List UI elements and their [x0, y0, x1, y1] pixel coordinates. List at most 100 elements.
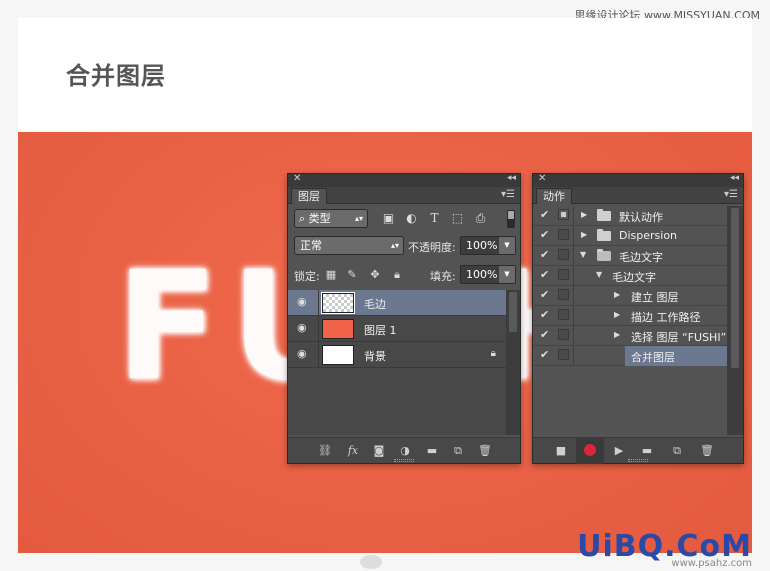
- check-icon[interactable]: ✔: [540, 289, 550, 301]
- filter-toggle[interactable]: [507, 210, 515, 228]
- action-name: 毛边文字: [612, 271, 656, 284]
- dialog-toggle[interactable]: [558, 229, 569, 240]
- fx-icon[interactable]: fx: [346, 444, 360, 457]
- layer-list: ◉ 毛边 ◉ 图层 1 ◉ 背景 🔒︎: [288, 290, 506, 435]
- dialog-toggle[interactable]: [558, 249, 569, 260]
- chevron-right-icon[interactable]: ▶: [614, 290, 620, 299]
- lock-icon: 🔒︎: [490, 348, 496, 359]
- eye-icon[interactable]: ◉: [297, 296, 311, 307]
- lock-transparent-icon[interactable]: ▦: [325, 269, 337, 281]
- lock-label: 锁定:: [294, 270, 320, 283]
- trash-icon[interactable]: 🗑︎: [700, 444, 714, 457]
- action-step-row[interactable]: ✔ ▶ 建立 图层: [533, 286, 727, 306]
- lock-pixels-icon[interactable]: ✎: [346, 269, 358, 281]
- panel-menu-icon[interactable]: ▾☰: [724, 189, 738, 200]
- add-mask-icon[interactable]: ◙: [372, 444, 386, 457]
- smartobject-filter-icon[interactable]: ⎙: [474, 212, 487, 225]
- chevron-right-icon[interactable]: ▶: [614, 310, 620, 319]
- chevron-right-icon[interactable]: ▶: [581, 230, 587, 239]
- check-icon[interactable]: ✔: [540, 229, 550, 241]
- collapse-icon[interactable]: ◂◂: [730, 173, 739, 183]
- image-filter-icon[interactable]: ▣: [382, 212, 395, 225]
- layer-row[interactable]: ◉ 毛边: [288, 290, 506, 316]
- trash-icon[interactable]: 🗑︎: [478, 444, 492, 457]
- chevron-right-icon[interactable]: ▶: [614, 330, 620, 339]
- filter-kind-select[interactable]: ⌕ 类型 ▴▾: [294, 209, 368, 228]
- action-row[interactable]: ✔ ▼ 毛边文字: [533, 266, 727, 286]
- check-icon[interactable]: ✔: [540, 309, 550, 321]
- lock-position-icon[interactable]: ✥: [369, 269, 381, 281]
- action-step-row[interactable]: ✔ 合并图层: [533, 346, 727, 366]
- action-name: 选择 图层 “FUSHI”: [631, 331, 727, 344]
- record-icon[interactable]: [584, 444, 596, 456]
- action-set-row[interactable]: ✔ ▼ 毛边文字: [533, 246, 727, 266]
- action-set-row[interactable]: ✔ ▶ Dispersion: [533, 226, 727, 246]
- play-icon[interactable]: ▶: [612, 444, 626, 457]
- dialog-toggle[interactable]: [558, 329, 569, 340]
- check-icon[interactable]: ✔: [540, 329, 550, 341]
- chevron-down-icon[interactable]: ▼: [499, 237, 515, 254]
- layer-thumbnail: [321, 292, 355, 314]
- action-name: 建立 图层: [631, 291, 679, 304]
- action-step-row[interactable]: ✔ ▶ 选择 图层 “FUSHI”: [533, 326, 727, 346]
- layer-name: 背景: [364, 350, 386, 363]
- fill-input[interactable]: 100% ▼: [460, 265, 516, 284]
- layer-row[interactable]: ◉ 图层 1: [288, 316, 506, 342]
- actions-list: ✔ ▶ 默认动作 ✔ ▶ Dispersion ✔ ▼ 毛边文字 ✔ ▼ 毛边文…: [533, 206, 727, 435]
- tab-actions[interactable]: 动作: [536, 188, 572, 204]
- chevron-down-icon[interactable]: ▼: [499, 266, 515, 283]
- actions-panel: ✕ ◂◂ 动作 ▾☰ ✔ ▶ 默认动作 ✔ ▶ Dispersion ✔ ▼ 毛…: [532, 173, 744, 464]
- layer-row[interactable]: ◉ 背景 🔒︎: [288, 342, 506, 368]
- resize-grip[interactable]: [394, 459, 414, 462]
- check-icon[interactable]: ✔: [540, 209, 550, 221]
- dialog-toggle[interactable]: [558, 289, 569, 300]
- opacity-input[interactable]: 100% ▼: [460, 236, 516, 255]
- resize-grip[interactable]: [628, 459, 648, 462]
- dialog-toggle[interactable]: [558, 269, 569, 280]
- adjustment-filter-icon[interactable]: ◐: [405, 212, 418, 225]
- type-filter-icon[interactable]: T: [428, 212, 441, 225]
- new-action-icon[interactable]: ⧉: [670, 444, 684, 457]
- action-set-row[interactable]: ✔ ▶ 默认动作: [533, 206, 727, 226]
- panel-menu-icon[interactable]: ▾☰: [501, 189, 515, 200]
- site-logo: UiBQ.CoM www.psahz.com: [577, 529, 752, 569]
- chevron-down-icon[interactable]: ▼: [596, 270, 602, 279]
- folder-open-icon: [597, 249, 611, 261]
- close-icon[interactable]: ✕: [538, 173, 546, 184]
- dialog-toggle[interactable]: [558, 209, 569, 220]
- new-layer-icon[interactable]: ⧉: [451, 444, 465, 457]
- collapse-icon[interactable]: ◂◂: [507, 173, 516, 183]
- new-set-icon[interactable]: ▬: [640, 444, 654, 457]
- action-step-row[interactable]: ✔ ▶ 描边 工作路径: [533, 306, 727, 326]
- layer-name: 图层 1: [364, 324, 397, 337]
- close-icon[interactable]: ✕: [293, 173, 301, 184]
- lock-row: 锁定: ▦ ✎ ✥ 🔒︎ 填充: 100% ▼: [288, 262, 520, 288]
- folder-icon: [597, 209, 611, 221]
- panel-titlebar[interactable]: ✕ ◂◂: [288, 173, 520, 187]
- tab-layers[interactable]: 图层: [291, 188, 327, 204]
- actions-scrollbar[interactable]: [727, 206, 743, 435]
- chevron-right-icon[interactable]: ▶: [581, 210, 587, 219]
- bottom-watermark-mark: [360, 555, 382, 569]
- check-icon[interactable]: ✔: [540, 269, 550, 281]
- link-layers-icon[interactable]: ⛓: [318, 444, 332, 457]
- search-icon: ⌕: [299, 212, 306, 225]
- panel-titlebar[interactable]: ✕ ◂◂: [533, 173, 743, 187]
- chevron-down-icon[interactable]: ▼: [580, 250, 586, 259]
- dialog-toggle[interactable]: [558, 309, 569, 320]
- eye-icon[interactable]: ◉: [297, 322, 311, 333]
- new-group-icon[interactable]: ▬: [425, 444, 439, 457]
- action-name: 合并图层: [631, 351, 675, 364]
- adjustment-layer-icon[interactable]: ◑: [398, 444, 412, 457]
- check-icon[interactable]: ✔: [540, 249, 550, 261]
- blend-mode-value: 正常: [300, 239, 322, 252]
- check-icon[interactable]: ✔: [540, 349, 550, 361]
- layers-scrollbar[interactable]: [506, 290, 520, 435]
- shape-filter-icon[interactable]: ⬚: [451, 212, 464, 225]
- dialog-toggle[interactable]: [558, 349, 569, 360]
- lock-all-icon[interactable]: 🔒︎: [391, 269, 403, 281]
- action-name: 描边 工作路径: [631, 311, 701, 324]
- eye-icon[interactable]: ◉: [297, 348, 311, 359]
- blend-mode-select[interactable]: 正常 ▴▾: [294, 236, 404, 255]
- stop-icon[interactable]: ■: [554, 444, 568, 457]
